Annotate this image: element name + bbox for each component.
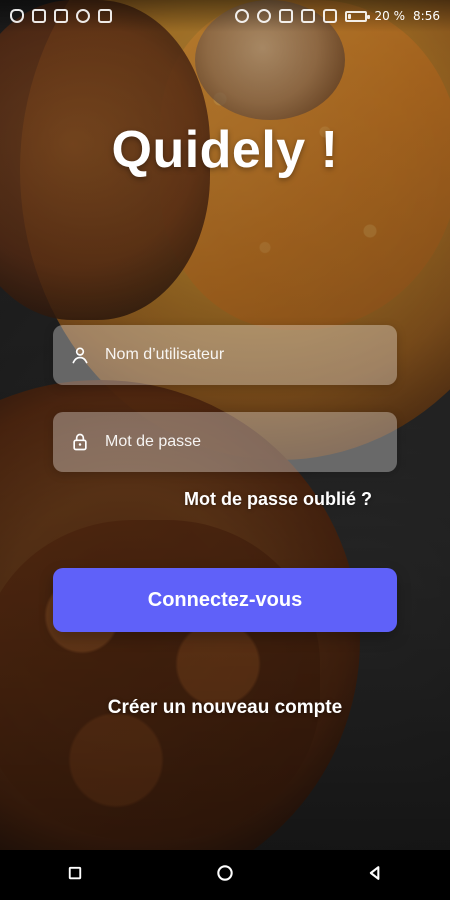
shield-icon (10, 9, 24, 23)
username-field[interactable] (53, 325, 397, 385)
wifi-icon (256, 9, 271, 23)
gmail-icon (32, 9, 46, 23)
image-icon (54, 9, 68, 23)
alarm-icon (234, 9, 249, 23)
signal-icon (278, 9, 293, 23)
login-button[interactable]: Connectez-vous (53, 568, 397, 632)
circle-icon (215, 863, 235, 887)
user-icon (69, 344, 91, 366)
clock: 8:56 (413, 9, 440, 23)
app-title: Quidely ! (111, 121, 339, 179)
password-input[interactable] (103, 421, 367, 463)
battery-percent: 20 % (374, 9, 406, 23)
username-input[interactable] (103, 334, 367, 376)
circle-app-icon (76, 9, 90, 23)
charging-icon (322, 9, 337, 23)
triangle-back-icon (365, 863, 385, 887)
battery-fill (347, 13, 351, 19)
home-button[interactable] (195, 850, 255, 900)
recent-apps-button[interactable] (45, 850, 105, 900)
photo-icon (98, 9, 112, 23)
battery-icon (344, 10, 370, 22)
system-navigation-bar (0, 850, 450, 900)
back-button[interactable] (345, 850, 405, 900)
status-bar: 20 % 8:56 (0, 0, 450, 32)
square-icon (66, 864, 84, 886)
create-account-link[interactable]: Créer un nouveau compte (0, 697, 450, 719)
password-field[interactable] (53, 412, 397, 472)
forgot-password-link[interactable]: Mot de passe oublié ? (184, 489, 372, 510)
lock-icon (69, 431, 91, 453)
login-screen: 20 % 8:56 Quidely ! Mot de passe oublié … (0, 0, 450, 850)
status-right-icons: 20 % 8:56 (234, 9, 440, 23)
status-left-icons (10, 9, 112, 23)
signal-icon (300, 9, 315, 23)
